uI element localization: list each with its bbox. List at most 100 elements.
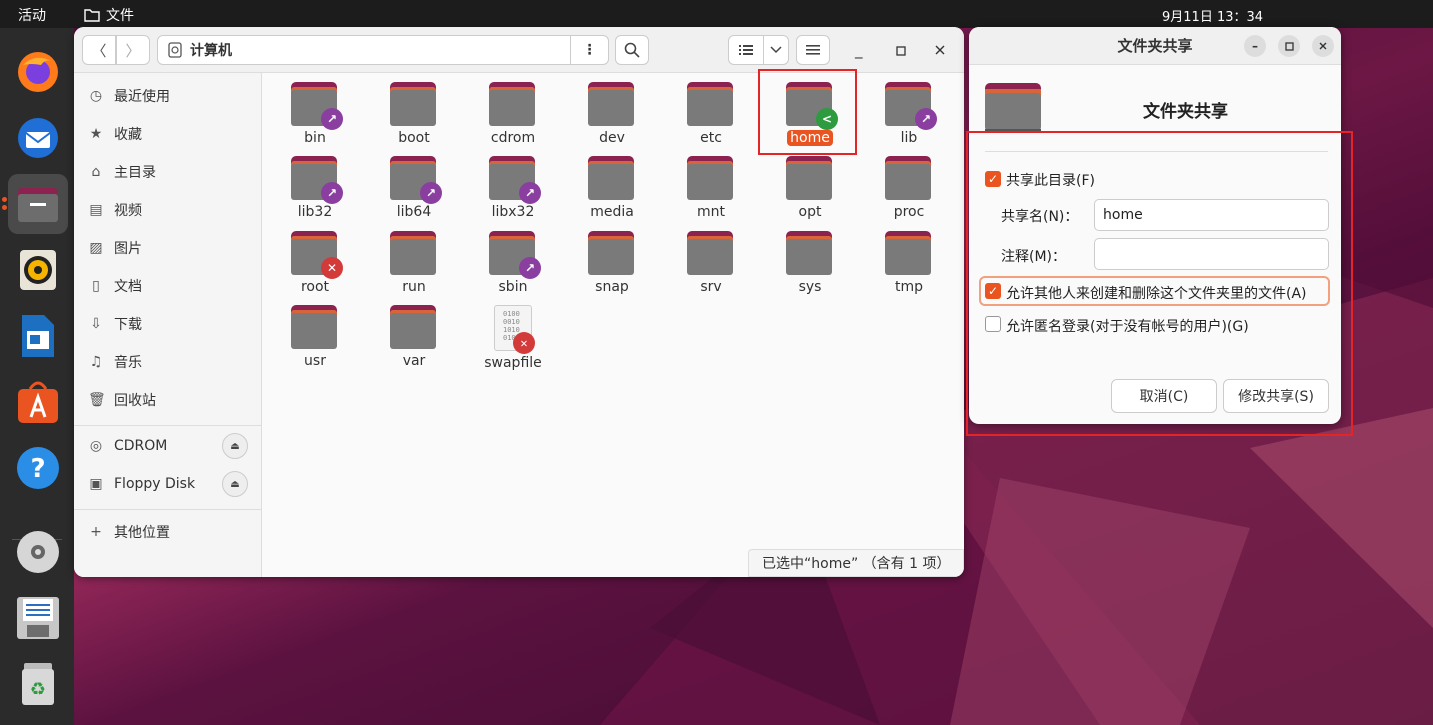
trash-icon[interactable]: ♻ [8, 654, 68, 714]
rhythmbox-icon[interactable] [8, 240, 68, 300]
minimize-button[interactable]: _ [855, 41, 863, 59]
folder-icon [390, 82, 438, 126]
sidebar-item-downloads[interactable]: ⇩ 下载 [74, 306, 262, 342]
file-item-tmp[interactable]: tmp [864, 231, 954, 303]
folder-icon [291, 305, 339, 349]
file-name: root [300, 279, 330, 295]
sidebar-item-label: 其他位置 [114, 525, 170, 541]
star-icon: ★ [89, 126, 103, 142]
file-item-etc[interactable]: etc [666, 82, 756, 154]
close-button[interactable] [935, 41, 945, 59]
close-icon [935, 45, 945, 55]
activities-button[interactable]: 活动 [18, 5, 46, 25]
file-grid: ↗ bin boot cdrom dev etc < home ↗ lib ↗ lib32 ↗ lib64… [263, 73, 964, 577]
file-item-var[interactable]: var [369, 305, 459, 377]
close-button[interactable] [1312, 35, 1334, 57]
maximize-button[interactable] [1278, 35, 1300, 57]
sidebar-item-label: 最近使用 [114, 89, 170, 105]
file-name: lib32 [297, 204, 333, 220]
file-item-lib[interactable]: ↗ lib [864, 82, 954, 154]
cdrom-icon[interactable] [8, 522, 68, 582]
sidebar-item-videos[interactable]: ▤ 视频 [74, 192, 262, 228]
eject-button[interactable]: ⏏ [222, 471, 248, 497]
path-label: 计算机 [190, 43, 232, 59]
folder-icon [588, 231, 636, 275]
sidebar: ◷ 最近使用 ★ 收藏 ⌂ 主目录 ▤ 视频 ▨ 图片 ▯ 文档 ⇩ 下载 ♫ 音乐 🗑 回收站 … [74, 73, 262, 577]
file-item-proc[interactable]: proc [864, 156, 954, 228]
path-bar[interactable]: 计算机 ⋮ [157, 35, 609, 65]
sidebar-item-pictures[interactable]: ▨ 图片 [74, 230, 262, 266]
sidebar-item-cdrom[interactable]: ◎ CDROM ⏏ [74, 428, 262, 464]
file-item-swapfile[interactable]: 0100 0010 1010 0100 ✕ swapfile [468, 305, 558, 377]
sidebar-item-trash[interactable]: 🗑 回收站 [74, 382, 262, 418]
sidebar-item-home[interactable]: ⌂ 主目录 [74, 154, 262, 190]
file-item-bin[interactable]: ↗ bin [270, 82, 360, 154]
app-center-icon[interactable] [8, 372, 68, 432]
file-item-snap[interactable]: snap [567, 231, 657, 303]
sidebar-item-documents[interactable]: ▯ 文档 [74, 268, 262, 304]
file-item-libx32[interactable]: ↗ libx32 [468, 156, 558, 228]
sidebar-item-starred[interactable]: ★ 收藏 [74, 116, 262, 152]
file-name: opt [798, 204, 822, 220]
file-item-lib32[interactable]: ↗ lib32 [270, 156, 360, 228]
file-item-dev[interactable]: dev [567, 82, 657, 154]
file-item-boot[interactable]: boot [369, 82, 459, 154]
maximize-icon [896, 46, 906, 56]
file-item-cdrom[interactable]: cdrom [468, 82, 558, 154]
file-item-lib64[interactable]: ↗ lib64 [369, 156, 459, 228]
file-name: cdrom [490, 130, 536, 146]
file-item-srv[interactable]: srv [666, 231, 756, 303]
thunderbird-icon[interactable] [8, 108, 68, 168]
folder-icon: ↗ [489, 231, 541, 279]
floppy-icon[interactable] [8, 588, 68, 648]
list-view-button[interactable] [728, 35, 764, 65]
sidebar-item-label: 文档 [114, 279, 142, 295]
running-indicator [2, 197, 7, 202]
eject-button[interactable]: ⏏ [222, 433, 248, 459]
link-emblem-icon: ↗ [915, 108, 937, 130]
file-item-media[interactable]: media [567, 156, 657, 228]
sidebar-item-label: CDROM [114, 438, 168, 454]
highlight-box-home [758, 69, 857, 155]
main-menu-button[interactable] [796, 35, 830, 65]
sidebar-item-music[interactable]: ♫ 音乐 [74, 344, 262, 380]
maximize-button[interactable] [896, 42, 906, 60]
link-emblem-icon: ↗ [420, 182, 442, 204]
app-menu[interactable]: 文件 [84, 5, 134, 25]
clock[interactable]: 9月11日 13：34 [1162, 6, 1263, 25]
file-item-run[interactable]: run [369, 231, 459, 303]
svg-text:?: ? [30, 454, 45, 484]
sidebar-item-floppy[interactable]: ▣ Floppy Disk ⏏ [74, 466, 262, 502]
sidebar-item-label: 回收站 [114, 393, 156, 409]
list-view-icon [739, 45, 753, 55]
files-icon[interactable] [8, 174, 68, 234]
sidebar-item-label: 音乐 [114, 355, 142, 371]
drive-icon [168, 42, 182, 58]
view-options-button[interactable] [763, 35, 789, 65]
dialog-header: 文件夹共享 – [969, 27, 1341, 65]
back-button[interactable]: 〈 [82, 35, 116, 65]
sidebar-item-recent[interactable]: ◷ 最近使用 [74, 78, 262, 114]
libreoffice-writer-icon[interactable] [8, 306, 68, 366]
file-name: run [402, 279, 426, 295]
file-item-mnt[interactable]: mnt [666, 156, 756, 228]
file-item-sys[interactable]: sys [765, 231, 855, 303]
path-menu-button[interactable]: ⋮ [570, 36, 608, 64]
file-name: var [402, 353, 426, 369]
folder-icon [885, 231, 933, 275]
sidebar-item-other-locations[interactable]: + 其他位置 [74, 514, 262, 550]
minimize-icon: _ [855, 41, 863, 59]
dialog-window-title: 文件夹共享 [1117, 37, 1193, 55]
file-item-root[interactable]: ✕ root [270, 231, 360, 303]
file-name: dev [599, 130, 625, 146]
forward-button[interactable]: 〉 [116, 35, 150, 65]
file-item-opt[interactable]: opt [765, 156, 855, 228]
folder-icon [588, 82, 636, 126]
search-button[interactable] [615, 35, 649, 65]
firefox-icon[interactable] [8, 42, 68, 102]
folder-icon [588, 156, 636, 200]
help-icon[interactable]: ? [8, 438, 68, 498]
file-item-usr[interactable]: usr [270, 305, 360, 377]
file-item-sbin[interactable]: ↗ sbin [468, 231, 558, 303]
minimize-button[interactable]: – [1244, 35, 1266, 57]
